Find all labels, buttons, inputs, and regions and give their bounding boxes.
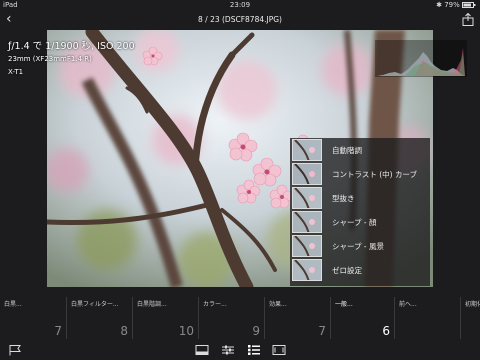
battery-percent: 79% (444, 1, 460, 9)
category-cell[interactable]: 白黒... 7 (0, 297, 66, 339)
category-cell[interactable]: カラー... 9 (198, 297, 264, 339)
category-cell[interactable]: 効果... 7 (264, 297, 330, 339)
preset-label: ゼロ設定 (332, 266, 362, 275)
preset-thumbnail (292, 259, 322, 281)
category-count: 9 (252, 324, 260, 338)
bluetooth-icon: ✱ (436, 1, 442, 9)
preset-label: シャープ - 顔 (332, 218, 377, 227)
preset-thumbnail (292, 235, 322, 257)
category-count: 7 (54, 324, 62, 338)
category-cell-active[interactable]: 一般... 6 (330, 297, 394, 339)
category-count: 7 (318, 324, 326, 338)
category-count: 10 (178, 324, 194, 338)
preset-item[interactable]: 型抜き (290, 186, 430, 210)
lens-info: 23mm (XF23mmF1.4 R) (8, 55, 92, 63)
preset-item[interactable]: ゼロ設定 (290, 258, 430, 282)
category-name: 白黒... (4, 301, 22, 308)
clock: 23:09 (229, 1, 251, 9)
preset-item[interactable]: コントラスト (中) カーブ (290, 162, 430, 186)
preset-thumbnail (292, 211, 322, 233)
preset-item[interactable]: シャープ - 顔 (290, 210, 430, 234)
preset-label: シャープ - 風景 (332, 242, 385, 251)
flag-icon[interactable] (8, 344, 22, 356)
battery-indicator: ✱ 79% (436, 1, 476, 9)
preset-thumbnail (292, 187, 322, 209)
category-cell[interactable]: 白黒階調... 10 (132, 297, 198, 339)
adjust-sliders-icon[interactable] (221, 344, 235, 356)
preset-thumbnail (292, 139, 322, 161)
category-count: 6 (382, 324, 390, 338)
category-cell[interactable]: 白黒フィルター... 8 (66, 297, 132, 339)
category-name: 効果... (269, 301, 287, 308)
category-name: カラー... (203, 301, 227, 308)
category-name: 一般... (335, 301, 353, 308)
presets-list-icon[interactable] (247, 344, 261, 356)
preset-thumbnail (292, 163, 322, 185)
image-title: 8 / 23 (DSCF8784.JPG) (198, 15, 282, 24)
preset-category-bar: 白黒... 7 白黒フィルター... 8 白黒階調... 10 カラー... 9… (0, 297, 480, 339)
preset-label: 自動階調 (332, 146, 362, 155)
preset-label: 型抜き (332, 194, 355, 203)
histogram (375, 40, 467, 77)
status-bar: iPad 23:09 ✱ 79% (0, 0, 480, 10)
compare-icon[interactable] (272, 344, 286, 356)
category-name: 白黒フィルター... (71, 301, 119, 308)
category-cell[interactable]: 初期化 (460, 297, 480, 339)
crop-mode-icon[interactable] (195, 344, 209, 356)
bottom-toolbar (0, 340, 480, 360)
category-cell[interactable]: 前へ... (394, 297, 460, 339)
preset-item[interactable]: シャープ - 風景 (290, 234, 430, 258)
presets-menu: 自動階調 コントラスト (中) カーブ 型抜き シャープ - 顔 シャープ - … (290, 138, 430, 286)
category-name: 白黒階調... (137, 301, 167, 308)
category-name: 前へ... (399, 301, 417, 308)
share-icon[interactable] (462, 13, 474, 26)
battery-icon (462, 2, 476, 8)
title-bar: ‹ 8 / 23 (DSCF8784.JPG) (0, 10, 480, 30)
camera-model: X-T1 (8, 68, 24, 76)
preset-item[interactable]: 自動階調 (290, 138, 430, 162)
preset-label: コントラスト (中) カーブ (332, 170, 418, 179)
exif-info: ƒ/1.4 で 1/1900 秒, ISO 200 23mm (XF23mmF1… (8, 40, 135, 79)
category-count: 8 (120, 324, 128, 338)
category-name: 初期化 (465, 301, 480, 308)
exposure-info: ƒ/1.4 で 1/1900 秒, ISO 200 (8, 41, 135, 52)
